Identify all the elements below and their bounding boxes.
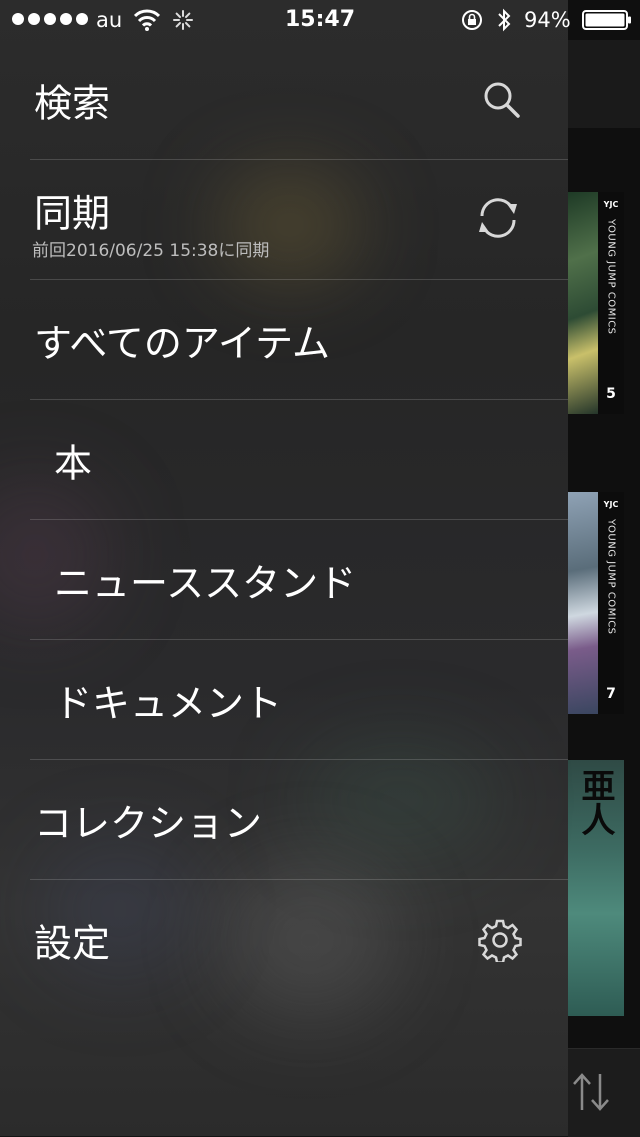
menu-item-label: すべてのアイテム <box>34 321 331 366</box>
menu-item-label: ニューススタンド <box>54 561 357 606</box>
sync-icon <box>479 198 517 238</box>
book-cover[interactable]: YJC YOUNG JUMP COMICS 5 <box>568 192 624 414</box>
gear-icon <box>478 919 522 962</box>
cover-title: 亜人 <box>575 768 615 836</box>
menu-item-label: コレクション <box>34 801 263 846</box>
bluetooth-icon <box>498 8 511 32</box>
menu-item-label: ドキュメント <box>54 681 283 726</box>
library-top-bar <box>568 40 640 128</box>
status-bar: au 15:47 94% <box>0 0 640 40</box>
menu-item-newsstand[interactable]: ニューススタンド <box>0 520 568 640</box>
battery-icon <box>582 10 631 30</box>
menu-item-search[interactable]: 検索 <box>0 40 568 160</box>
cover-spine: YJC YOUNG JUMP COMICS 5 <box>598 192 624 414</box>
menu-item-all-items[interactable]: すべてのアイテム <box>0 280 568 400</box>
series-label: YOUNG JUMP COMICS <box>605 219 617 335</box>
publisher-tag: YJC <box>603 200 619 209</box>
menu-item-label: 設定 <box>34 921 111 966</box>
volume-number: 5 <box>606 386 616 402</box>
book-cover[interactable]: YJC YOUNG JUMP COMICS 7 <box>568 492 624 714</box>
series-label: YOUNG JUMP COMICS <box>605 519 617 635</box>
last-sync-time: 前回2016/06/25 15:38に同期 <box>32 241 270 261</box>
menu-item-documents[interactable]: ドキュメント <box>0 640 568 760</box>
sort-icon[interactable] <box>570 1070 612 1114</box>
menu-item-label: 本 <box>54 441 93 486</box>
menu-item-books[interactable]: 本 <box>0 400 568 520</box>
side-drawer: 検索 同期 前回2016/06/25 15:38に同期 すべてのアイテム 本 ニ… <box>0 0 568 1136</box>
menu-item-sync[interactable]: 同期 前回2016/06/25 15:38に同期 <box>0 160 568 280</box>
rotation-lock-icon <box>462 10 482 30</box>
menu-item-label: 検索 <box>34 81 111 126</box>
search-icon <box>484 82 520 118</box>
cover-art <box>568 192 598 414</box>
menu-item-label: 同期 <box>34 191 111 236</box>
cover-art <box>568 492 598 714</box>
volume-number: 7 <box>606 686 616 702</box>
battery-percent: 94% <box>524 8 571 32</box>
menu-item-collections[interactable]: コレクション <box>0 760 568 880</box>
book-cover[interactable]: 亜人 <box>568 760 624 1016</box>
publisher-tag: YJC <box>603 500 619 509</box>
menu-item-settings[interactable]: 設定 <box>0 880 568 1000</box>
cover-spine: YJC YOUNG JUMP COMICS 7 <box>598 492 624 714</box>
